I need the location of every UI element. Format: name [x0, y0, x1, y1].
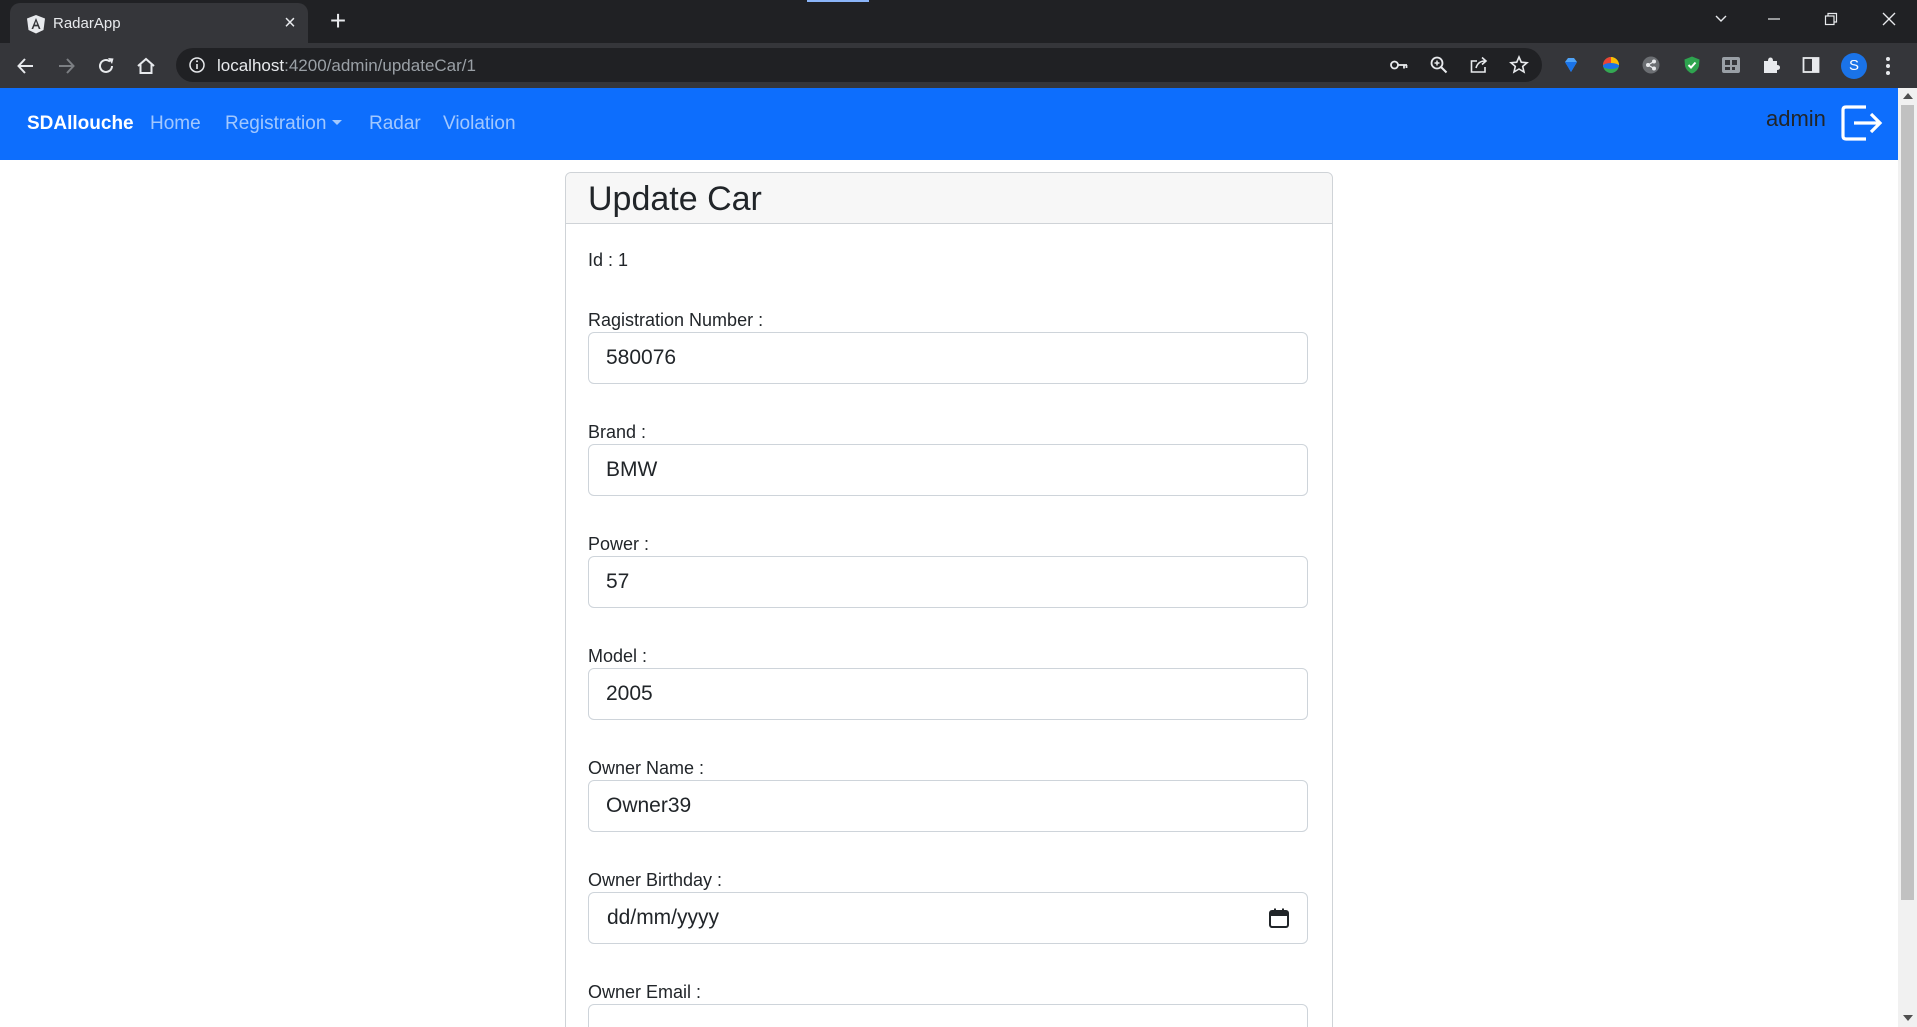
minimize-icon[interactable]: [1746, 0, 1802, 38]
owner-name-input[interactable]: [588, 780, 1308, 832]
chevron-down-icon: [332, 120, 343, 125]
browser-tabstrip: RadarApp × +: [0, 0, 1917, 43]
registration-number-label: Ragistration Number :: [588, 310, 764, 330]
chevron-down-icon[interactable]: [1693, 0, 1749, 38]
owner-email-label: Owner Email :: [588, 982, 702, 1002]
owner-birthday-input[interactable]: dd/mm/yyyy: [588, 892, 1308, 944]
nav-link-registration: Registration: [225, 113, 327, 134]
owner-email-input[interactable]: [588, 1004, 1308, 1027]
sidepanel-icon[interactable]: [1800, 54, 1822, 76]
calendar-icon[interactable]: [1268, 907, 1290, 929]
back-icon[interactable]: [11, 51, 41, 81]
model-label: Model :: [588, 646, 648, 666]
card-header: Update Car: [566, 173, 1332, 224]
extension-shield-icon[interactable]: [1681, 54, 1703, 76]
puzzle-icon[interactable]: [1760, 54, 1782, 76]
scroll-up-icon[interactable]: [1903, 93, 1913, 99]
nav-link-violation[interactable]: Violation: [443, 113, 516, 135]
navbar-brand[interactable]: SDAllouche: [27, 113, 134, 135]
logout-icon[interactable]: [1840, 104, 1884, 142]
registration-number-input[interactable]: [588, 332, 1308, 384]
extension-qr-icon[interactable]: [1720, 54, 1742, 76]
scroll-down-icon[interactable]: [1903, 1015, 1913, 1021]
extension-colorful-icon[interactable]: [1600, 54, 1622, 76]
reload-icon[interactable]: [91, 51, 121, 81]
plus-icon[interactable]: +: [326, 7, 350, 35]
scroll-thumb[interactable]: [1901, 105, 1914, 900]
update-car-card: Update Car Id : 1 Ragistration Number : …: [565, 172, 1333, 1027]
star-icon[interactable]: [1508, 54, 1530, 76]
browser-tab[interactable]: RadarApp ×: [10, 3, 308, 43]
car-id-text: Id : 1: [588, 250, 629, 270]
owner-birthday-label: Owner Birthday :: [588, 870, 723, 890]
owner-name-label: Owner Name :: [588, 758, 705, 778]
address-bar[interactable]: localhost:4200/admin/updateCar/1: [176, 48, 1542, 82]
zoom-icon[interactable]: [1428, 54, 1450, 76]
angular-icon: [27, 15, 45, 34]
close-icon[interactable]: ×: [280, 13, 300, 33]
power-label: Power :: [588, 534, 650, 554]
user-name: admin: [1766, 106, 1826, 131]
profile-avatar[interactable]: S: [1841, 53, 1867, 79]
browser-toolbar: localhost:4200/admin/updateCar/1 S: [0, 43, 1917, 88]
info-icon[interactable]: [188, 56, 206, 74]
extension-gray-icon[interactable]: [1640, 54, 1662, 76]
brand-label: Brand :: [588, 422, 647, 442]
nav-link-radar[interactable]: Radar: [369, 113, 421, 135]
tab-search-indicator: [807, 0, 869, 2]
page-scrollbar[interactable]: [1898, 88, 1917, 1027]
url-text: localhost:4200/admin/updateCar/1: [217, 56, 476, 76]
nav-link-home[interactable]: Home: [150, 113, 201, 135]
restore-icon[interactable]: [1803, 0, 1859, 38]
page-title: Update Car: [588, 180, 762, 218]
owner-birthday-value: dd/mm/yyyy: [607, 906, 720, 929]
extension-gem-icon[interactable]: [1560, 54, 1582, 76]
menu-icon[interactable]: [1880, 53, 1896, 79]
share-icon[interactable]: [1468, 54, 1490, 76]
forward-icon[interactable]: [51, 51, 81, 81]
key-icon[interactable]: [1388, 54, 1410, 76]
brand-input[interactable]: [588, 444, 1308, 496]
app-navbar: SDAllouche Home Registration Radar Viola…: [0, 88, 1898, 160]
home-icon[interactable]: [131, 51, 161, 81]
url-path: :4200/admin/updateCar/1: [284, 56, 476, 75]
power-input[interactable]: [588, 556, 1308, 608]
window-close-icon[interactable]: [1861, 0, 1917, 38]
tab-title: RadarApp: [53, 15, 121, 32]
model-input[interactable]: [588, 668, 1308, 720]
page-content: SDAllouche Home Registration Radar Viola…: [0, 88, 1898, 1027]
url-host: localhost: [217, 56, 285, 75]
nav-dropdown-registration[interactable]: Registration: [225, 113, 343, 135]
